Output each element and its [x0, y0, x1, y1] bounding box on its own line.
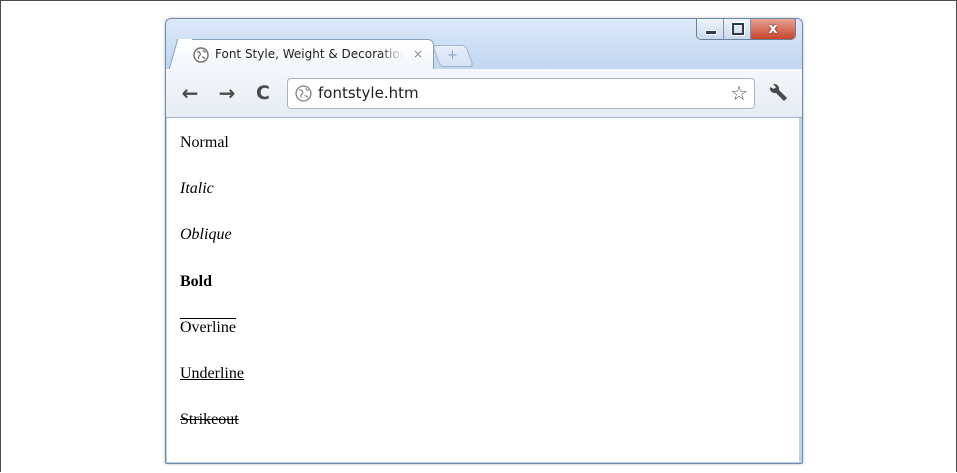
- maximize-button[interactable]: [724, 19, 751, 39]
- close-window-button[interactable]: x: [751, 19, 795, 39]
- bookmark-star-icon[interactable]: ☆: [730, 81, 748, 105]
- text-italic: Italic: [180, 180, 214, 197]
- toolbar: ← → C fontstyle.htm ☆: [166, 69, 802, 118]
- text-oblique: Oblique: [180, 226, 232, 243]
- page-content: Normal Italic Oblique Bold Overline Unde…: [167, 118, 799, 462]
- globe-icon: [295, 85, 312, 102]
- back-button[interactable]: ←: [178, 81, 202, 105]
- maximize-icon: [731, 22, 745, 36]
- globe-icon: [193, 47, 209, 63]
- text-underline: Underline: [180, 365, 244, 382]
- minimize-button[interactable]: [697, 19, 724, 39]
- reload-button[interactable]: C: [251, 81, 275, 105]
- tab-title: Font Style, Weight & Decoration: [215, 47, 403, 61]
- plus-icon: +: [447, 48, 458, 63]
- wrench-icon[interactable]: [764, 81, 790, 105]
- close-icon: x: [768, 21, 778, 37]
- forward-button[interactable]: →: [215, 81, 239, 105]
- text-overline: Overline: [180, 319, 236, 336]
- text-normal: Normal: [180, 134, 229, 151]
- window-controls: x: [696, 19, 796, 40]
- text-strikeout: Strikeout: [180, 411, 239, 428]
- url-text[interactable]: fontstyle.htm: [318, 84, 419, 102]
- tab-active[interactable]: Font Style, Weight & Decoration ×: [180, 39, 434, 70]
- tab-close-icon[interactable]: ×: [413, 46, 423, 62]
- text-bold: Bold: [180, 273, 213, 290]
- address-bar[interactable]: fontstyle.htm ☆: [287, 78, 755, 109]
- minimize-icon: [705, 30, 717, 35]
- browser-window: Font Style, Weight & Decoration × + x ← …: [165, 18, 803, 464]
- new-tab-button[interactable]: +: [431, 45, 475, 67]
- titlebar: Font Style, Weight & Decoration × + x: [166, 19, 802, 70]
